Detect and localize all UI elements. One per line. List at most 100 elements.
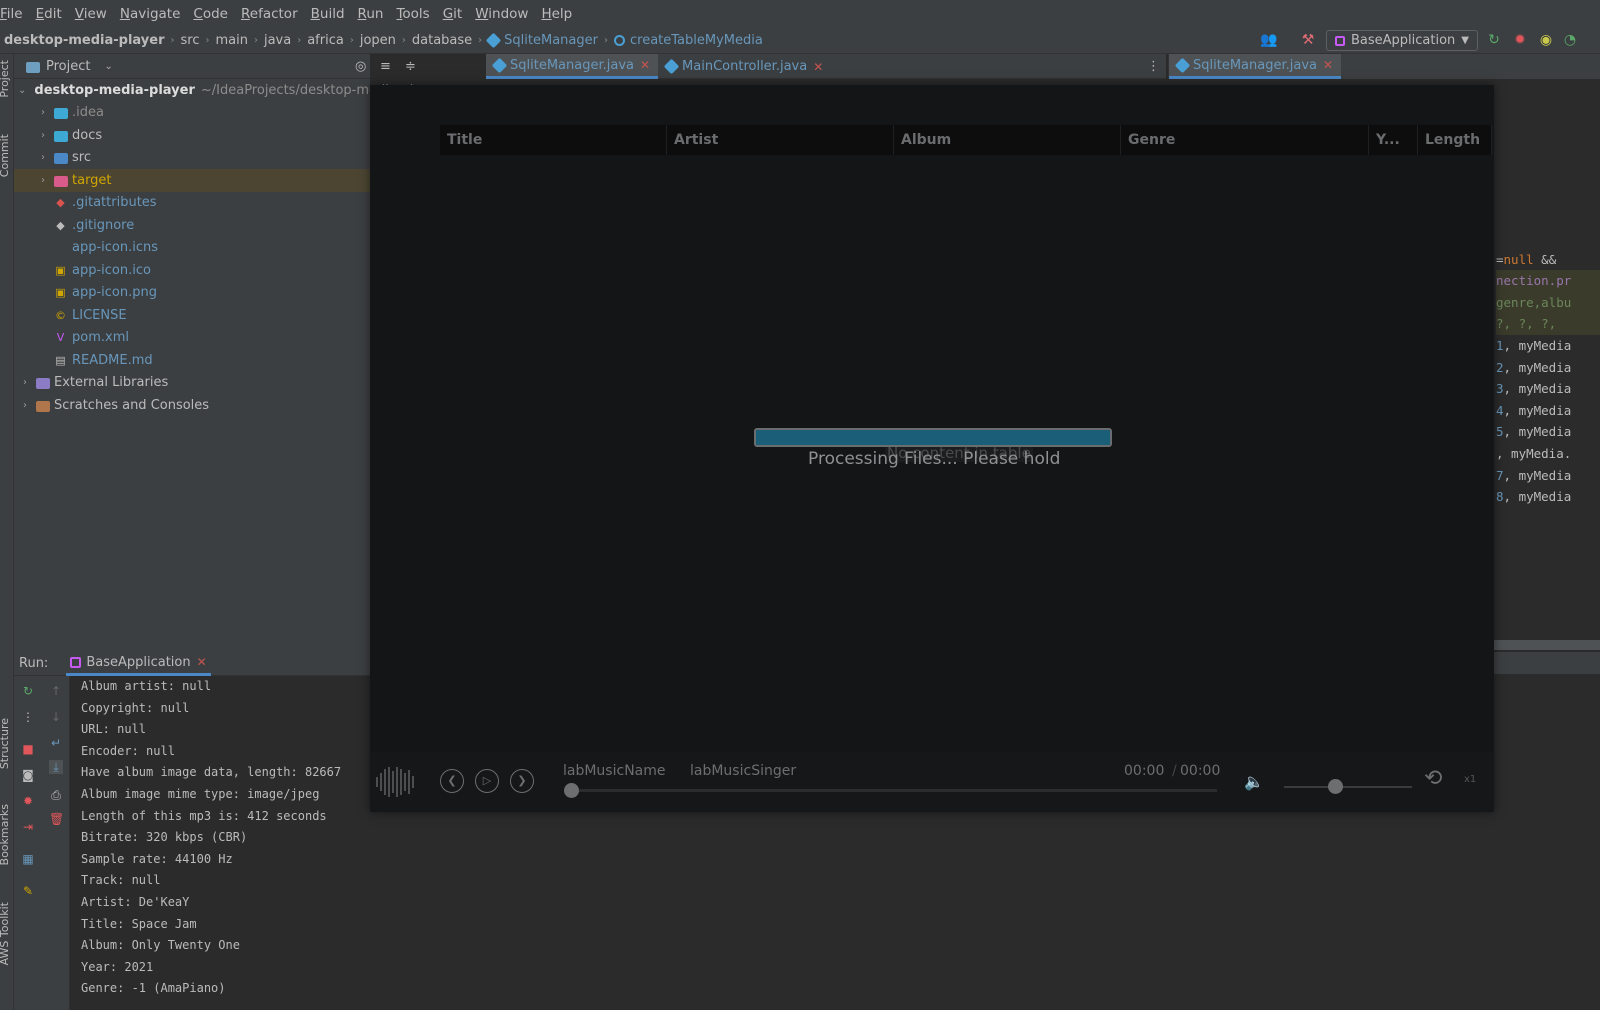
- breadcrumb-africa[interactable]: africa: [307, 33, 344, 48]
- breadcrumb-class[interactable]: SqliteManager: [485, 32, 598, 49]
- breadcrumb-jopen[interactable]: jopen: [360, 33, 396, 48]
- volume-thumb[interactable]: [1328, 779, 1344, 794]
- close-icon[interactable]: ✕: [197, 655, 207, 669]
- more-icon[interactable]: ⋮: [21, 710, 35, 724]
- tab-maincontroller[interactable]: MainController.java ✕: [658, 54, 831, 79]
- close-icon[interactable]: ✕: [813, 60, 823, 74]
- menu-refactor[interactable]: Refactor: [241, 6, 298, 22]
- profile-icon[interactable]: ◔: [1562, 32, 1578, 48]
- bug-icon[interactable]: ✹: [21, 794, 35, 808]
- tree-item[interactable]: © LICENSE: [14, 304, 370, 327]
- run-config-select[interactable]: BaseApplication ▼: [1326, 30, 1478, 51]
- chevron-down-icon[interactable]: ⌄: [18, 85, 26, 96]
- tree-item[interactable]: app-icon.icns: [14, 237, 370, 260]
- breadcrumb-project[interactable]: desktop-media-player: [4, 33, 164, 48]
- project-panel-title[interactable]: Project: [46, 59, 90, 74]
- horizontal-scrollbar[interactable]: [1494, 640, 1600, 650]
- chevron-right-icon[interactable]: ›: [36, 152, 50, 163]
- breadcrumb-method[interactable]: createTableMyMedia: [613, 33, 763, 48]
- commit-tool-label[interactable]: Commit: [0, 134, 11, 177]
- seek-thumb[interactable]: [564, 783, 579, 798]
- chevron-right-icon[interactable]: ›: [36, 175, 50, 186]
- menu-build[interactable]: Build: [311, 6, 345, 22]
- menu-help[interactable]: Help: [541, 6, 572, 22]
- project-tool-label[interactable]: Project: [0, 60, 11, 98]
- tree-item[interactable]: › .idea: [14, 102, 370, 125]
- expand-all-icon[interactable]: ≡: [380, 59, 391, 74]
- soft-wrap-icon[interactable]: ↵: [49, 736, 63, 750]
- column-title[interactable]: Title: [440, 125, 667, 155]
- chevron-right-icon[interactable]: ›: [18, 377, 32, 388]
- bookmarks-tool-label[interactable]: Bookmarks: [0, 804, 11, 865]
- tree-item[interactable]: › src: [14, 147, 370, 170]
- layout-icon[interactable]: ▦: [21, 852, 35, 866]
- coverage-icon[interactable]: ◉: [1538, 32, 1554, 48]
- hammer-icon[interactable]: ⚒: [1300, 32, 1316, 48]
- stop-icon[interactable]: ■: [21, 742, 35, 756]
- chevron-right-icon[interactable]: ›: [18, 400, 32, 411]
- previous-button[interactable]: ❮: [440, 769, 464, 793]
- menu-tools[interactable]: Tools: [396, 6, 429, 22]
- breadcrumb-database[interactable]: database: [412, 33, 472, 48]
- rerun-icon[interactable]: ↻: [21, 684, 35, 698]
- seek-slider[interactable]: [565, 789, 1217, 792]
- column-length[interactable]: Length: [1418, 125, 1492, 155]
- column-genre[interactable]: Genre: [1121, 125, 1369, 155]
- tree-item[interactable]: ▣ app-icon.png: [14, 282, 370, 305]
- next-button[interactable]: ❯: [510, 769, 534, 793]
- playback-speed[interactable]: x1: [1464, 774, 1476, 785]
- breadcrumb-main[interactable]: main: [215, 33, 247, 48]
- locate-icon[interactable]: ◎: [355, 59, 366, 74]
- users-icon[interactable]: 👥: [1260, 32, 1277, 48]
- tree-item[interactable]: ◆ .gitattributes: [14, 192, 370, 215]
- tree-item[interactable]: ▣ app-icon.ico: [14, 259, 370, 282]
- menu-code[interactable]: Code: [193, 6, 228, 22]
- pin-icon[interactable]: ✎: [21, 884, 35, 898]
- tree-item[interactable]: ▤ README.md: [14, 349, 370, 372]
- tree-external-libraries[interactable]: › External Libraries: [14, 372, 370, 395]
- chevron-right-icon[interactable]: ›: [36, 107, 50, 118]
- menu-file[interactable]: File: [0, 6, 23, 22]
- tree-item[interactable]: › target: [14, 169, 370, 192]
- menu-run[interactable]: Run: [358, 6, 384, 22]
- tree-item[interactable]: Vpom.xml: [14, 327, 370, 350]
- console-output[interactable]: Album artist: null Copyright: null URL: nu…: [81, 676, 370, 1010]
- tree-scratches[interactable]: › Scratches and Consoles: [14, 394, 370, 417]
- menu-navigate[interactable]: Navigate: [120, 6, 181, 22]
- menu-edit[interactable]: Edit: [36, 6, 62, 22]
- code-editor-right[interactable]: =null && nection.pr genre,albu ?, ?, ?, …: [1494, 79, 1600, 649]
- menu-git[interactable]: Git: [443, 6, 463, 22]
- exit-icon[interactable]: ⇥: [21, 820, 35, 834]
- repeat-icon[interactable]: ⟲: [1424, 766, 1442, 791]
- breadcrumb-src[interactable]: src: [180, 33, 199, 48]
- aws-tool-label[interactable]: AWS Toolkit: [0, 902, 11, 965]
- print-icon[interactable]: ⎙: [49, 788, 63, 802]
- tab-sqlitemanager[interactable]: SqliteManager.java ✕: [486, 54, 659, 79]
- structure-tool-label[interactable]: Structure: [0, 718, 11, 769]
- arrow-down-icon[interactable]: ↓: [49, 710, 63, 724]
- tree-root[interactable]: ⌄ desktop-media-player ~/IdeaProjects/de…: [14, 79, 442, 102]
- menu-view[interactable]: View: [75, 6, 107, 22]
- breadcrumb-java[interactable]: java: [264, 33, 291, 48]
- chevron-down-icon[interactable]: ⌄: [104, 61, 112, 72]
- camera-icon[interactable]: ◙: [21, 768, 35, 782]
- close-icon[interactable]: ✕: [640, 58, 650, 72]
- trash-icon[interactable]: 🗑: [49, 812, 64, 826]
- tree-item[interactable]: ◆ .gitignore: [14, 214, 370, 237]
- volume-slider[interactable]: [1284, 786, 1412, 788]
- collapse-all-icon[interactable]: ≑: [405, 59, 416, 74]
- rerun-icon[interactable]: ↻: [1486, 32, 1502, 48]
- scroll-to-end-icon[interactable]: ⤓: [49, 760, 63, 774]
- column-year[interactable]: Y...: [1369, 125, 1418, 155]
- close-icon[interactable]: ✕: [1323, 58, 1333, 72]
- run-tab[interactable]: BaseApplication ✕: [66, 652, 211, 676]
- debug-icon[interactable]: ✹: [1512, 32, 1528, 48]
- play-button[interactable]: ▷: [475, 769, 499, 793]
- tab-sqlitemanager-split[interactable]: SqliteManager.java ✕: [1169, 54, 1342, 79]
- column-album[interactable]: Album: [894, 125, 1121, 155]
- tree-item[interactable]: › docs: [14, 124, 370, 147]
- arrow-up-icon[interactable]: ↑: [49, 684, 63, 698]
- chevron-right-icon[interactable]: ›: [36, 130, 50, 141]
- more-icon[interactable]: ⋮: [1147, 54, 1160, 78]
- menu-window[interactable]: Window: [475, 6, 528, 22]
